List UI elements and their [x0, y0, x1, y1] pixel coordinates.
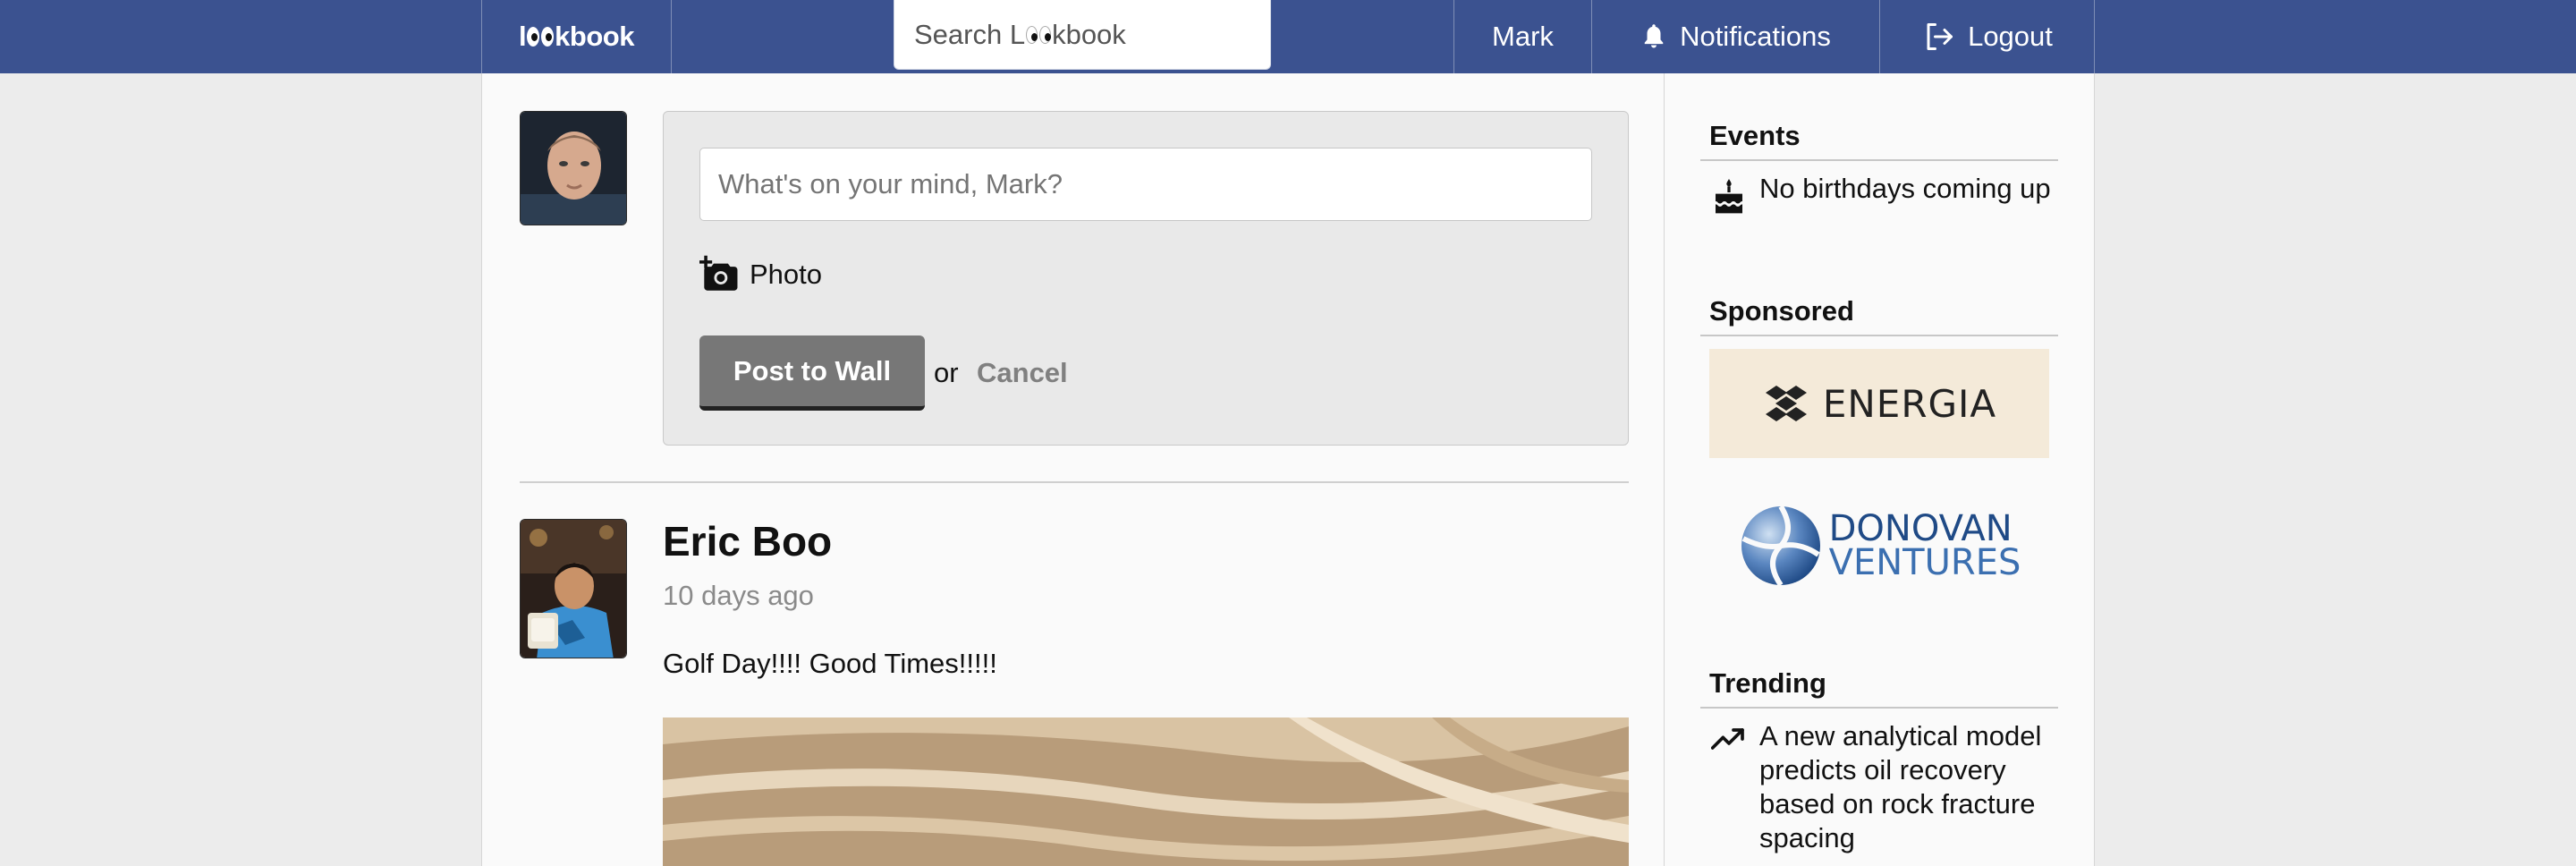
post-photo[interactable]	[663, 717, 1629, 866]
search-eye-icon	[1039, 25, 1052, 44]
events-section: Events No birthdays coming up	[1700, 120, 2058, 225]
notifications-label: Notifications	[1680, 21, 1831, 52]
logo-eye-icon	[527, 27, 540, 47]
logo-text: kbook	[555, 21, 634, 52]
search-eye-icon	[1026, 25, 1038, 44]
energia-ad-name: ENERGIA	[1822, 381, 1997, 426]
lookbook-logo[interactable]: l kbook	[482, 0, 672, 73]
donovan-ad-text: DONOVAN VENTURES	[1828, 508, 2021, 583]
status-composer: Photo Post to Wall or Cancel	[663, 111, 1629, 446]
sponsored-section: Sponsored	[1700, 295, 2058, 336]
add-photo-button[interactable]: Photo	[699, 255, 822, 294]
donovan-line1: DONOVAN	[1828, 508, 2012, 549]
profile-link-label: Mark	[1492, 21, 1554, 52]
trending-section: Trending A new analytical model predicts…	[1700, 667, 2058, 855]
logo-eye-icon	[541, 27, 555, 47]
logo-l: l	[519, 21, 527, 52]
events-heading: Events	[1700, 120, 2058, 161]
divider	[520, 481, 1629, 483]
trending-item[interactable]: A new analytical model predicts oil reco…	[1700, 709, 2058, 855]
page-content: Photo Post to Wall or Cancel Eric Boo 10…	[481, 73, 2095, 866]
trending-up-icon	[1710, 728, 1744, 750]
post-timestamp[interactable]: 10 days ago	[663, 580, 814, 612]
post-to-wall-button[interactable]: Post to Wall	[699, 335, 925, 411]
logout-icon	[1927, 23, 1953, 50]
logout-link[interactable]: Logout	[1879, 0, 2096, 73]
search-placeholder-prefix: Search L	[914, 18, 1026, 50]
logout-label: Logout	[1968, 21, 2053, 52]
energia-logo-icon	[1765, 386, 1807, 421]
donovan-line2: VENTURES	[1828, 542, 2021, 583]
status-input[interactable]	[699, 148, 1592, 221]
current-user-avatar[interactable]	[520, 111, 627, 225]
post-text: Golf Day!!!! Good Times!!!!!	[663, 648, 997, 679]
trending-heading: Trending	[1700, 667, 2058, 709]
camera-add-icon	[699, 255, 738, 291]
donovan-globe-icon	[1741, 505, 1820, 587]
donovan-ventures-ad[interactable]: DONOVAN VENTURES	[1709, 494, 2049, 598]
events-item: No birthdays coming up	[1700, 161, 2058, 225]
search-input[interactable]: Search L kbook	[894, 0, 1271, 70]
events-text: No birthdays coming up	[1759, 173, 2051, 204]
photo-label: Photo	[750, 259, 823, 290]
notifications-link[interactable]: Notifications	[1591, 0, 1879, 73]
top-bar-inner: l kbook Search Lkbook Mark Notifications …	[481, 0, 2095, 73]
cancel-link[interactable]: Cancel	[977, 357, 1068, 389]
sponsored-heading: Sponsored	[1700, 295, 2058, 336]
post-author-name[interactable]: Eric Boo	[663, 517, 832, 565]
bell-icon	[1644, 24, 1664, 48]
sidebar-divider	[1664, 73, 1665, 866]
top-navigation-bar: l kbook Search Lkbook Mark Notifications …	[0, 0, 2576, 73]
trending-text: A new analytical model predicts oil reco…	[1759, 720, 2042, 853]
birthday-cake-icon	[1716, 179, 1742, 214]
energia-ad[interactable]: ENERGIA	[1709, 349, 2049, 458]
profile-link[interactable]: Mark	[1453, 0, 1591, 73]
post-author-avatar[interactable]	[520, 519, 627, 658]
search-placeholder-suffix: kbook	[1052, 18, 1126, 50]
or-text: or	[934, 357, 959, 388]
